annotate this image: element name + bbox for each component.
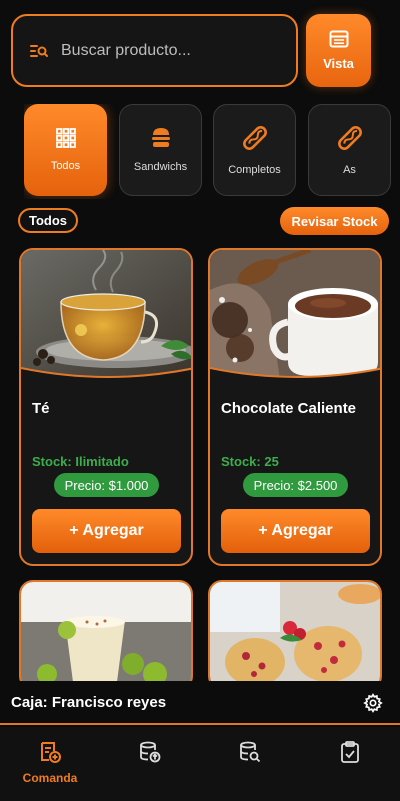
gear-icon[interactable] xyxy=(363,693,383,713)
hotdog-icon xyxy=(337,126,362,150)
product-image-hot-chocolate xyxy=(210,250,380,380)
category-label: Sandwichs xyxy=(133,161,188,173)
clipboard-check-icon xyxy=(341,741,359,763)
cashier-bar: Caja: Francisco reyes xyxy=(0,681,400,725)
product-stock: Stock: 25 xyxy=(221,454,279,469)
burger-icon xyxy=(151,128,170,147)
category-completos[interactable]: Completos xyxy=(213,104,296,196)
database-upload-icon xyxy=(140,741,161,763)
order-icon xyxy=(41,742,61,763)
category-todos[interactable]: Todos xyxy=(24,104,107,196)
product-name: Chocolate Caliente xyxy=(221,400,357,417)
active-filter-chip[interactable]: Todos xyxy=(18,208,78,233)
product-image-pisco-sour xyxy=(21,582,191,688)
add-to-order-button[interactable]: + Agregar xyxy=(221,509,370,553)
nav-checklist[interactable] xyxy=(310,741,390,763)
nav-label: Comanda xyxy=(22,771,78,785)
search-list-icon xyxy=(30,44,48,57)
cashier-name: Caja: Francisco reyes xyxy=(11,693,167,711)
product-image-tea xyxy=(21,250,191,380)
product-price-badge: Precio: $1.000 xyxy=(54,473,159,497)
product-name: Té xyxy=(32,400,50,417)
hotdog-icon xyxy=(242,126,267,150)
grid-icon xyxy=(55,128,76,148)
table-icon xyxy=(329,30,348,48)
category-label: Todos xyxy=(50,160,81,172)
product-image-muffins xyxy=(210,582,380,688)
nav-comanda[interactable]: Comanda xyxy=(10,741,90,785)
product-card: Té Stock: Ilimitado Precio: $1.000 + Agr… xyxy=(19,248,193,566)
search-field[interactable]: Buscar producto... xyxy=(11,14,298,87)
check-stock-button[interactable]: Revisar Stock xyxy=(280,207,389,235)
search-input[interactable]: Buscar producto... xyxy=(61,42,191,60)
database-search-icon xyxy=(240,741,261,763)
category-as[interactable]: As xyxy=(308,104,391,196)
nav-inventory-upload[interactable] xyxy=(110,741,190,763)
category-label: Completos xyxy=(228,164,281,176)
product-stock: Stock: Ilimitado xyxy=(32,454,129,469)
view-button-label: Vista xyxy=(323,56,354,71)
bottom-navigation: Comanda xyxy=(0,727,400,801)
product-card xyxy=(208,580,382,690)
nav-inventory-search[interactable] xyxy=(210,741,290,763)
product-card: Chocolate Caliente Stock: 25 Precio: $2.… xyxy=(208,248,382,566)
top-bar: Buscar producto... Vista xyxy=(0,0,400,100)
product-card xyxy=(19,580,193,690)
category-sandwichs[interactable]: Sandwichs xyxy=(119,104,202,196)
view-button[interactable]: Vista xyxy=(306,14,371,87)
product-price-badge: Precio: $2.500 xyxy=(243,473,348,497)
add-to-order-button[interactable]: + Agregar xyxy=(32,509,181,553)
category-list: Todos Sandwichs Completos As xyxy=(24,104,400,199)
category-label: As xyxy=(343,164,356,176)
